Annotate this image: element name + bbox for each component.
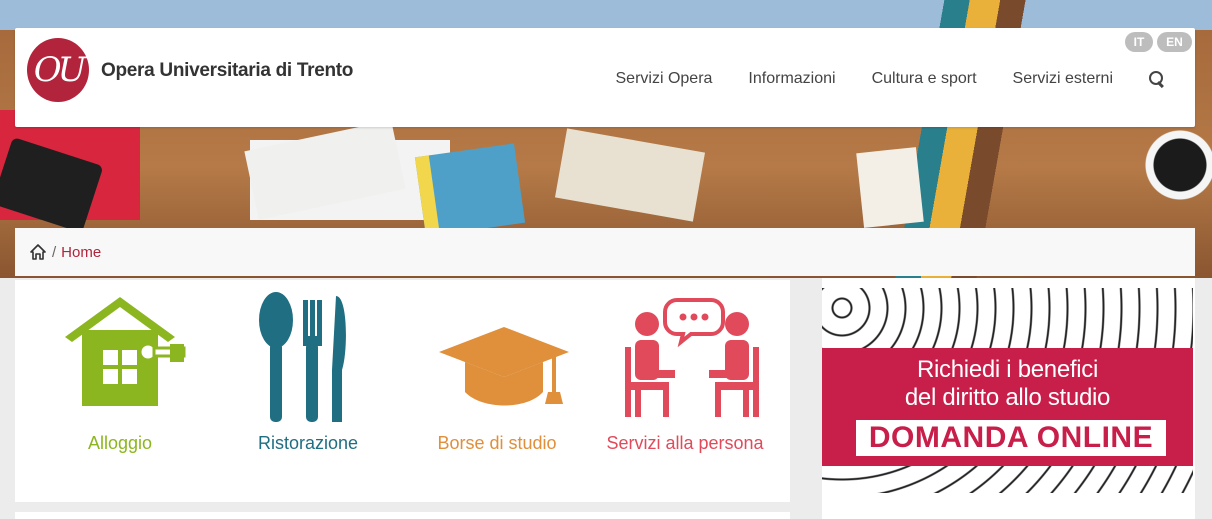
nav-cultura-e-sport[interactable]: Cultura e sport xyxy=(872,70,977,88)
service-label-servizi: Servizi alla persona xyxy=(606,433,764,453)
services-panel: Alloggio Ristorazione Borse di studio Se… xyxy=(15,280,790,502)
banner-line1: Richiedi i benefici xyxy=(916,356,1099,383)
service-label-borse: Borse di studio xyxy=(437,433,557,453)
service-label-ristorazione: Ristorazione xyxy=(257,433,359,453)
logo-letters: OU xyxy=(33,50,86,90)
banner-line2: del diritto allo studio xyxy=(904,384,1111,411)
home-icon[interactable] xyxy=(30,244,46,260)
next-panel-edge xyxy=(15,512,790,519)
main-nav: Servizi Opera Informazioni Cultura e spo… xyxy=(616,70,1166,88)
language-it-button[interactable]: IT xyxy=(1125,32,1153,52)
site-name[interactable]: Opera Universitaria di Trento xyxy=(101,60,353,82)
house-key-icon xyxy=(65,297,186,406)
breadcrumb-separator: / xyxy=(52,243,57,261)
nav-informazioni[interactable]: Informazioni xyxy=(748,70,835,88)
cutlery-icon xyxy=(259,292,346,422)
hero-binder-shape xyxy=(414,143,526,237)
breadcrumb: / Home xyxy=(15,228,1195,276)
search-icon[interactable] xyxy=(1149,71,1165,87)
language-en-button[interactable]: EN xyxy=(1157,32,1192,52)
site-header: OU Opera Universitaria di Trento IT EN S… xyxy=(15,28,1195,127)
nav-servizi-esterni[interactable]: Servizi esterni xyxy=(1013,70,1113,88)
hero-phone-shape xyxy=(0,137,104,233)
service-label-alloggio: Alloggio xyxy=(87,433,153,453)
breadcrumb-home-link[interactable]: Home xyxy=(61,244,101,261)
hero-book-shape xyxy=(856,147,924,228)
people-talking-icon xyxy=(625,298,759,417)
graduation-cap-icon xyxy=(439,327,569,406)
hero-notebook-shape xyxy=(554,128,706,222)
domanda-online-banner[interactable]: Richiedi i benefici del diritto allo stu… xyxy=(822,288,1193,493)
hero-paper-shape xyxy=(244,120,406,220)
domanda-online-button[interactable]: DOMANDA ONLINE xyxy=(856,420,1166,456)
logo-icon[interactable]: OU xyxy=(27,38,89,102)
nav-servizi-opera[interactable]: Servizi Opera xyxy=(616,70,713,88)
